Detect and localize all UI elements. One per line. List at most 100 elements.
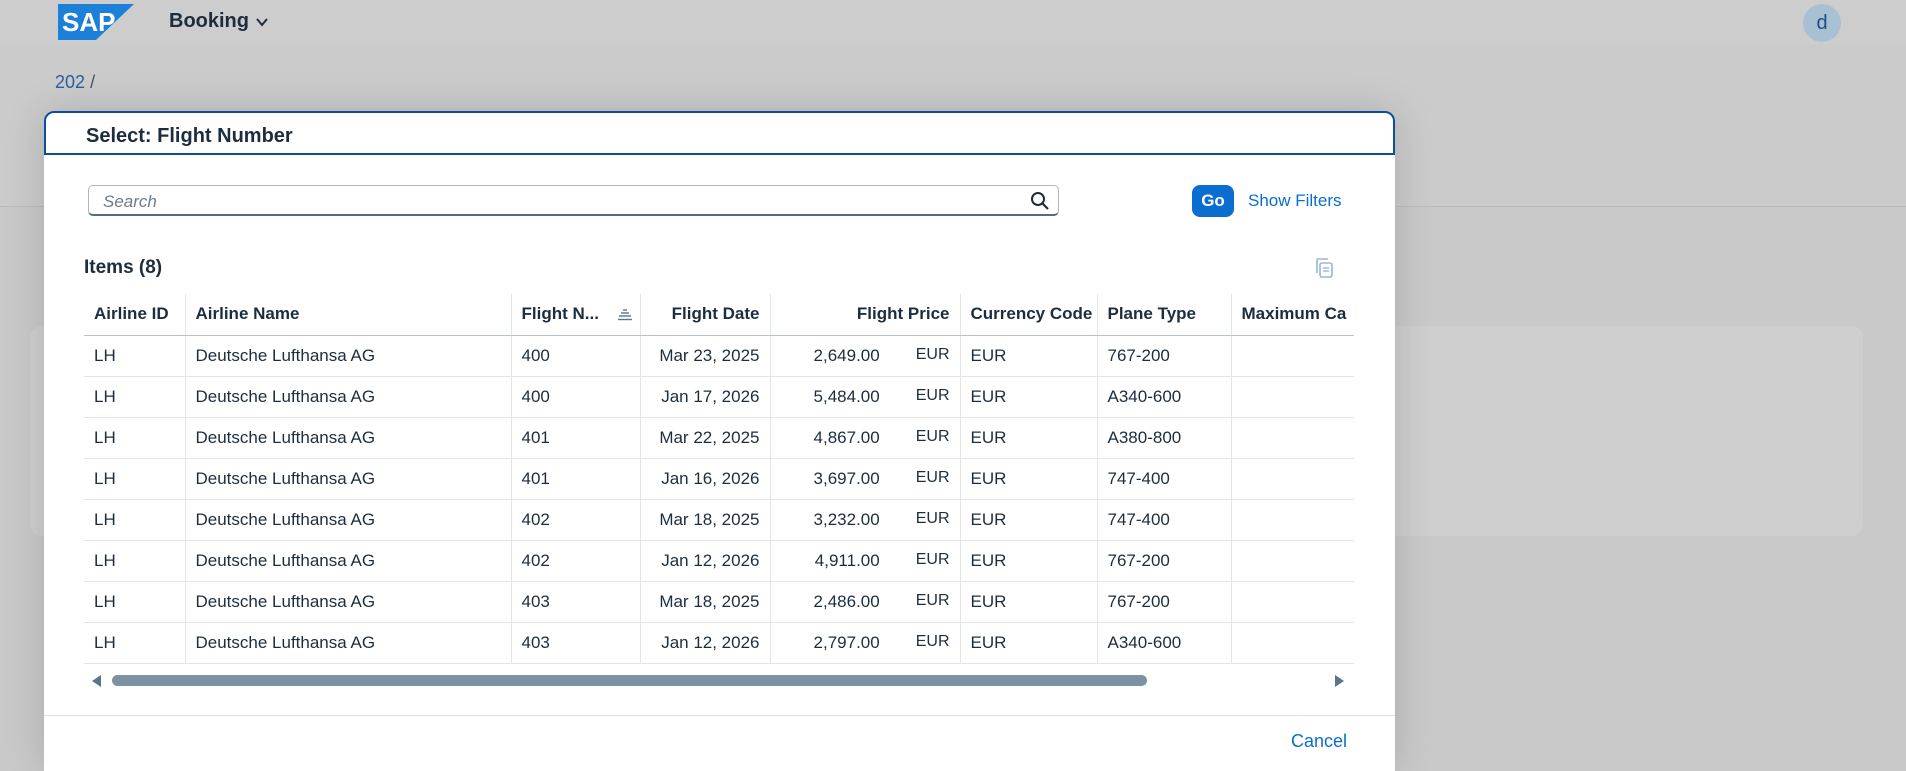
cell-plane-type: A340-600 — [1097, 376, 1232, 418]
cell-plane-type: 767-200 — [1097, 581, 1232, 623]
horizontal-scrollbar[interactable] — [92, 673, 1352, 687]
show-filters-button[interactable]: Show Filters — [1248, 191, 1342, 211]
shell-bar: SAP Booking d — [0, 0, 1906, 44]
price-amount: 2,797.00 — [813, 632, 880, 652]
scroll-right-icon[interactable] — [1335, 675, 1344, 687]
column-header-airline-name[interactable]: Airline Name — [185, 294, 512, 336]
search-field[interactable] — [88, 185, 1059, 216]
cell-maximum-capacity — [1231, 622, 1354, 664]
breadcrumb: 202 / — [55, 72, 95, 93]
dialog-title: Select: Flight Number — [86, 125, 293, 147]
sort-ascending-icon — [617, 309, 632, 320]
table-row[interactable]: LH Deutsche Lufthansa AG 400 Jan 17, 2026 5,… — [84, 376, 1354, 418]
cell-airline-id: LH — [84, 376, 186, 418]
cell-flight-number: 402 — [511, 540, 641, 582]
cell-airline-id: LH — [84, 458, 186, 500]
cell-currency-code: EUR — [960, 335, 1098, 377]
column-header-maximum-capacity[interactable]: Maximum Ca — [1231, 294, 1354, 336]
cell-flight-price: 5,484.00 EUR — [770, 376, 961, 418]
cell-flight-date: Jan 12, 2026 — [640, 622, 771, 664]
cell-airline-name: Deutsche Lufthansa AG — [185, 540, 512, 582]
column-header-flight-price[interactable]: Flight Price — [770, 294, 961, 336]
cell-airline-name: Deutsche Lufthansa AG — [185, 376, 512, 418]
cell-currency-code: EUR — [960, 622, 1098, 664]
price-currency: EUR — [915, 632, 950, 650]
table-row[interactable]: LH Deutsche Lufthansa AG 401 Jan 16, 2026 3,… — [84, 458, 1354, 500]
cell-flight-price: 3,232.00 EUR — [770, 499, 961, 541]
cell-flight-price: 3,697.00 EUR — [770, 458, 961, 500]
user-avatar[interactable]: d — [1803, 4, 1841, 42]
scroll-left-icon[interactable] — [92, 675, 101, 687]
cell-flight-number: 402 — [511, 499, 641, 541]
cell-plane-type: 767-200 — [1097, 335, 1232, 377]
app-title-menu[interactable]: Booking — [169, 10, 269, 33]
cell-flight-date: Mar 22, 2025 — [640, 417, 771, 459]
cell-airline-name: Deutsche Lufthansa AG — [185, 458, 512, 500]
sap-logo[interactable]: SAP — [58, 4, 134, 40]
cell-maximum-capacity — [1231, 458, 1354, 500]
cell-currency-code: EUR — [960, 540, 1098, 582]
cell-maximum-capacity — [1231, 335, 1354, 377]
cell-flight-date: Mar 18, 2025 — [640, 581, 771, 623]
price-currency: EUR — [915, 427, 950, 445]
cell-currency-code: EUR — [960, 417, 1098, 459]
cell-maximum-capacity — [1231, 581, 1354, 623]
cell-flight-price: 2,486.00 EUR — [770, 581, 961, 623]
cell-currency-code: EUR — [960, 581, 1098, 623]
cell-currency-code: EUR — [960, 458, 1098, 500]
column-header-currency-code[interactable]: Currency Code — [960, 294, 1098, 336]
search-icon[interactable] — [1030, 191, 1050, 211]
cell-flight-number: 400 — [511, 376, 641, 418]
cell-flight-number: 401 — [511, 458, 641, 500]
cell-airline-id: LH — [84, 499, 186, 541]
dialog-footer-divider — [44, 715, 1395, 716]
search-input[interactable] — [101, 190, 1005, 214]
cell-flight-price: 4,867.00 EUR — [770, 417, 961, 459]
copy-icon[interactable] — [1314, 257, 1334, 279]
cell-flight-price: 4,911.00 EUR — [770, 540, 961, 582]
cell-plane-type: 747-400 — [1097, 499, 1232, 541]
go-button[interactable]: Go — [1192, 185, 1234, 217]
cell-maximum-capacity — [1231, 417, 1354, 459]
cell-airline-id: LH — [84, 417, 186, 459]
table-row[interactable]: LH Deutsche Lufthansa AG 400 Mar 23, 2025 2,… — [84, 335, 1354, 377]
column-header-flight-date[interactable]: Flight Date — [640, 294, 771, 336]
column-header-plane-type[interactable]: Plane Type — [1097, 294, 1232, 336]
price-currency: EUR — [915, 345, 950, 363]
cell-airline-name: Deutsche Lufthansa AG — [185, 581, 512, 623]
table-row[interactable]: LH Deutsche Lufthansa AG 402 Jan 12, 2026 4,… — [84, 540, 1354, 582]
cell-flight-number: 401 — [511, 417, 641, 459]
value-help-dialog: Select: Flight Number Go Show Filters It… — [44, 111, 1395, 771]
cell-currency-code: EUR — [960, 376, 1098, 418]
scrollbar-thumb[interactable] — [112, 675, 1147, 686]
cell-flight-price: 2,649.00 EUR — [770, 335, 961, 377]
price-amount: 3,232.00 — [813, 509, 880, 529]
cell-airline-id: LH — [84, 622, 186, 664]
column-header-airline-id[interactable]: Airline ID — [84, 294, 186, 336]
cancel-button[interactable]: Cancel — [1291, 731, 1347, 752]
cell-airline-name: Deutsche Lufthansa AG — [185, 417, 512, 459]
table-row[interactable]: LH Deutsche Lufthansa AG 403 Jan 12, 2026 2,… — [84, 622, 1354, 664]
table-row[interactable]: LH Deutsche Lufthansa AG 402 Mar 18, 2025 3,… — [84, 499, 1354, 541]
cell-flight-number: 403 — [511, 622, 641, 664]
cell-flight-date: Mar 18, 2025 — [640, 499, 771, 541]
table-header-row: Airline ID Airline Name Flight N... Flig… — [84, 294, 1354, 336]
cell-airline-name: Deutsche Lufthansa AG — [185, 499, 512, 541]
price-currency: EUR — [915, 468, 950, 486]
cell-flight-date: Mar 23, 2025 — [640, 335, 771, 377]
table-row[interactable]: LH Deutsche Lufthansa AG 403 Mar 18, 2025 2,… — [84, 581, 1354, 623]
price-currency: EUR — [915, 509, 950, 527]
column-header-flight-number[interactable]: Flight N... — [511, 294, 641, 336]
breadcrumb-link[interactable]: 202 — [55, 72, 85, 92]
cell-airline-id: LH — [84, 581, 186, 623]
table-row[interactable]: LH Deutsche Lufthansa AG 401 Mar 22, 2025 4,… — [84, 417, 1354, 459]
price-currency: EUR — [915, 591, 950, 609]
items-table: Airline ID Airline Name Flight N... Flig… — [84, 294, 1354, 664]
price-amount: 2,649.00 — [813, 345, 880, 365]
cell-flight-date: Jan 12, 2026 — [640, 540, 771, 582]
cell-flight-date: Jan 17, 2026 — [640, 376, 771, 418]
sap-logo-text: SAP — [62, 7, 115, 37]
cell-airline-id: LH — [84, 540, 186, 582]
cell-flight-date: Jan 16, 2026 — [640, 458, 771, 500]
breadcrumb-separator: / — [90, 72, 96, 92]
